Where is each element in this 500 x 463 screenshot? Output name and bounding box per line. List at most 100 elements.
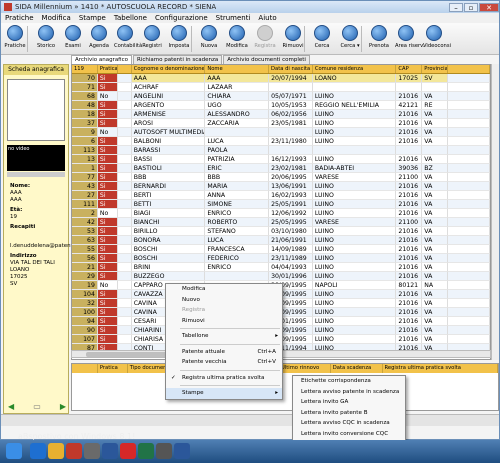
menu-configurazione[interactable]: Configurazione	[151, 13, 212, 23]
context-item-modifica[interactable]: Modifica	[166, 284, 282, 295]
toolbar-button-11[interactable]: Cerca	[311, 25, 333, 53]
video-panel[interactable]: no video	[7, 145, 65, 171]
menu-modifica[interactable]: Modifica	[38, 13, 75, 23]
stampe-item[interactable]: Lettera invito patente B	[293, 408, 405, 419]
tab-1[interactable]: Richiamo patenti in scadenza	[133, 55, 223, 64]
record-icon[interactable]: ▭	[33, 402, 41, 411]
context-item-patente-attuale[interactable]: Patente attuale Ctrl+A	[166, 347, 282, 358]
settings-taskbar-button[interactable]	[156, 443, 172, 459]
documents-column-header[interactable]: Data scadenza	[331, 364, 383, 373]
stampe-item[interactable]: Lettera avviso patente in scadenza	[293, 387, 405, 398]
word-taskbar-button[interactable]	[102, 443, 118, 459]
table-row[interactable]: 21 Si BRINI ENRICO 04/04/1993 LUINO 21016 VA	[72, 263, 490, 272]
documents-column-header[interactable]: Registra ultima pratica svolta	[383, 364, 498, 373]
table-row[interactable]: 68 No ANGELINI CHIARA 05/07/1971 LUINO 21016 VA	[72, 92, 490, 101]
toolbar-button-7[interactable]: Nuova	[198, 25, 220, 53]
pdf-taskbar-button[interactable]	[120, 443, 136, 459]
toolbar-button-10[interactable]: Rimuovi	[282, 25, 304, 53]
toolbar-button-8[interactable]: Modifica	[226, 25, 248, 53]
stampe-item[interactable]: Lettera avviso CQC in scadenza	[293, 418, 405, 429]
maximize-button[interactable]: ▫	[464, 2, 478, 12]
table-row[interactable]: 37 Si AROSI ZACCARIA 23/05/1981 LUINO 21016 VA	[72, 119, 490, 128]
photo-placeholder[interactable]	[7, 79, 65, 141]
context-item-rimuovi[interactable]: Rimuovi	[166, 316, 282, 327]
stampe-item[interactable]: Lettera invito GA	[293, 397, 405, 408]
context-item-tabellone[interactable]: Tabellone ▸	[166, 331, 282, 342]
vertical-scrollbar[interactable]	[491, 64, 499, 360]
accounting-icon	[117, 25, 133, 41]
minimize-button[interactable]: –	[449, 2, 463, 12]
table-row[interactable]: 6 Si BALBONI LUCA 23/11/1980 LUINO 21016 VA	[72, 137, 490, 146]
table-row[interactable]: 70 Si AAA AAA 20/07/1994 LOANO 17025 SV	[72, 74, 490, 83]
table-row[interactable]: 2 No BIAGI ENRICO 12/06/1992 LUINO 21016 VA	[72, 209, 490, 218]
column-header[interactable]: Data di nascita	[269, 65, 313, 73]
menu-strumenti[interactable]: Strumenti	[212, 13, 255, 23]
column-header[interactable]	[118, 65, 132, 73]
table-row[interactable]: 18 Si ARMENISE ALESSANDRO 06/02/1956 LUINO 210…	[72, 110, 490, 119]
tab-0[interactable]: Archivio anagrafico	[71, 55, 133, 64]
toolbar-button-0[interactable]: Pratiche	[4, 25, 26, 53]
previous-arrow-icon[interactable]: ◀	[8, 402, 14, 411]
menu-aiuto[interactable]: Aiuto	[254, 13, 280, 23]
start-button[interactable]	[6, 443, 22, 459]
table-cell: 113	[72, 146, 98, 155]
column-header[interactable]: 119	[72, 65, 98, 73]
table-row[interactable]: 9 No AUTOSOFT MULTIMEDIA LUINO 21016 VA	[72, 128, 490, 137]
toolbar-button-1[interactable]: Storico	[35, 25, 57, 53]
table-row[interactable]: 42 Si BIANCHI ROBERTO 25/05/1995 VARESE 21100 V…	[72, 218, 490, 227]
table-row[interactable]: 111 Si BETTI SIMONE 25/05/1991 LUINO 21016 VA	[72, 200, 490, 209]
column-header[interactable]: Provincia	[422, 65, 449, 73]
sida-taskbar-button[interactable]	[66, 443, 82, 459]
folder-taskbar-button[interactable]	[48, 443, 64, 459]
column-header[interactable]: Pratica	[98, 65, 118, 73]
column-header[interactable]	[448, 65, 490, 73]
table-row[interactable]: 1 Si BASTIOLI ERIC 23/02/1981 BADIA-ABTEI 3903…	[72, 164, 490, 173]
context-item-nuovo[interactable]: Nuovo	[166, 295, 282, 306]
table-row[interactable]: 27 Si BERTI ANNA 16/02/1993 LUINO 21016 VA	[72, 191, 490, 200]
menu-tabellone[interactable]: Tabellone	[110, 13, 151, 23]
table-row[interactable]: 13 Si BASSI PATRIZIA 16/12/1993 LUINO 21016 VA	[72, 155, 490, 164]
close-button[interactable]: ✕	[479, 2, 499, 12]
toolbar-button-14[interactable]: Area riserv.	[395, 25, 425, 53]
ie-taskbar-button[interactable]	[30, 443, 46, 459]
column-header[interactable]: Comune residenza	[313, 65, 397, 73]
context-item-stampe[interactable]: Stampe ▸	[166, 388, 282, 399]
toolbar-button-15[interactable]: Videoconsi	[423, 25, 451, 53]
menu-stampe[interactable]: Stampe	[75, 13, 110, 23]
email-value[interactable]: l.denuddelena@patente	[10, 243, 76, 250]
table-row[interactable]: 113 Si BARASSI PAOLA	[72, 146, 490, 155]
table-row[interactable]: 77 Si BBB BBB 20/06/1995 VARESE 21100 VA	[72, 173, 490, 182]
stampe-item[interactable]: Etichette corrispondenza	[293, 376, 405, 387]
toolbar-button-12[interactable]: Cerca ▾	[339, 25, 361, 53]
column-header[interactable]: Cognome o denominazione	[132, 65, 206, 73]
table-row[interactable]: 29 Si BUZZEGO 30/01/1996 LUINO 21016 VA	[72, 272, 490, 281]
toolbar-button-3[interactable]: Agenda	[88, 25, 110, 53]
toolbar-label: Imposta	[168, 43, 190, 49]
context-item-registra-ultima-pratica-svolta[interactable]: Registra ultima pratica svolta ✓	[166, 373, 282, 384]
documents-column-header[interactable]	[72, 364, 98, 373]
column-header[interactable]: Nome	[205, 65, 270, 73]
toolbar-button-6[interactable]: Imposta	[168, 25, 190, 53]
toolbar-button-2[interactable]: Esami	[62, 25, 84, 53]
table-row[interactable]: 71 Si ACHRAF LAZAAR	[72, 83, 490, 92]
documents-column-header[interactable]: Pratica	[98, 364, 128, 373]
table-row[interactable]: 48 Si ARGENTO UGO 10/05/1953 REGGIO NELL'EMIL…	[72, 101, 490, 110]
documents-column-header[interactable]: Ultimo rinnovo	[279, 364, 331, 373]
stampe-item[interactable]: Lettera invito conversione CQC	[293, 429, 405, 440]
table-row[interactable]: 53 Si BIRILLO STEFANO 03/10/1980 LUINO 21016 VA	[72, 227, 490, 236]
toolbar-button-5[interactable]: Registri	[141, 25, 163, 53]
table-row[interactable]: 43 Si BERNARDI MARIA 13/06/1991 LUINO 21016 VA	[72, 182, 490, 191]
word2-taskbar-button[interactable]	[174, 443, 190, 459]
column-header[interactable]: CAP	[396, 65, 423, 73]
next-arrow-icon[interactable]: ▶	[60, 402, 66, 411]
toolbar-button-4[interactable]: Contabilità	[114, 25, 142, 53]
app-taskbar-button[interactable]	[84, 443, 100, 459]
table-row[interactable]: 55 Si BOSCHI FRANCESCA 14/09/1989 LUINO 21016 V…	[72, 245, 490, 254]
context-item-patente-vecchia[interactable]: Patente vecchia Ctrl+V	[166, 357, 282, 368]
table-row[interactable]: 56 Si BOSCHI FEDERICO 23/11/1989 LUINO 21016 VA	[72, 254, 490, 263]
menu-pratiche[interactable]: Pratiche	[1, 13, 38, 23]
excel-taskbar-button[interactable]	[138, 443, 154, 459]
tab-2[interactable]: Archivio documenti completi	[223, 55, 310, 64]
toolbar-button-13[interactable]: Prenota	[368, 25, 390, 53]
table-row[interactable]: 63 Si BONORA LUCA 21/06/1991 LUINO 21016 VA	[72, 236, 490, 245]
